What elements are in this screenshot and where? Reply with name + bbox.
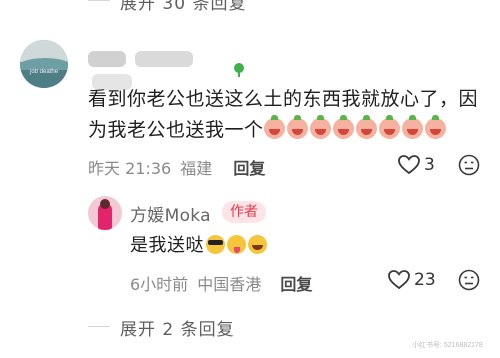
tongue-out-emoji [227,235,246,254]
crying-peach-emoji [424,115,446,139]
reply-body: 是我送哒 [130,235,204,256]
reply-like-icon[interactable] [388,270,410,290]
crying-peach-emoji [286,115,308,139]
sunglasses-emoji [206,235,225,254]
comment-text: 看到你老公也送这么土的东西我就放心了，因为我老公也送我一个 [88,84,488,146]
crying-peach-emoji [263,115,285,139]
crying-peach-emoji [378,115,400,139]
bottom-expand-replies[interactable]: 展开 2 条回复 [120,315,235,340]
reply-reply-button[interactable]: 回复 [280,275,312,294]
laughing-emoji [248,235,267,254]
reply-time: 6小时前 [130,275,189,294]
avatar-caption: job deathe [30,69,59,75]
reply-dislike-icon[interactable] [458,269,480,291]
avatar[interactable]: job deathe [20,40,68,88]
reply-avatar[interactable] [88,196,122,230]
reply-like-count: 23 [414,270,436,290]
comment-meta: 昨天 21:36 福建 回复 [88,155,265,179]
comment-author-name-blurred[interactable] [88,48,234,90]
watermark: 小红书号: 5216882178 [412,342,483,349]
reply-author-name[interactable]: 方媛Moka [130,201,211,226]
lollipop-icon [234,63,244,77]
reply-text: 是我送哒 [130,231,267,257]
crying-peach-emoji [309,115,331,139]
like-count: 3 [424,155,435,175]
author-badge: 作者 [222,201,266,223]
reply-location: 中国香港 [197,275,262,294]
bottom-expand-divider [88,326,110,327]
comment-time: 昨天 21:36 [88,159,172,178]
crying-peach-emoji [355,115,377,139]
comment-location: 福建 [180,159,213,178]
top-expand-divider [88,0,110,1]
dislike-icon[interactable] [458,154,480,176]
top-expand-replies[interactable]: 展开 30 条回复 [120,0,246,14]
emoji-row [263,115,448,141]
avatar-head [100,199,110,209]
crying-peach-emoji [332,115,354,139]
like-icon[interactable] [398,155,420,175]
reply-button[interactable]: 回复 [233,159,265,178]
reply-meta: 6小时前 中国香港 回复 [130,271,312,295]
crying-peach-emoji [401,115,423,139]
